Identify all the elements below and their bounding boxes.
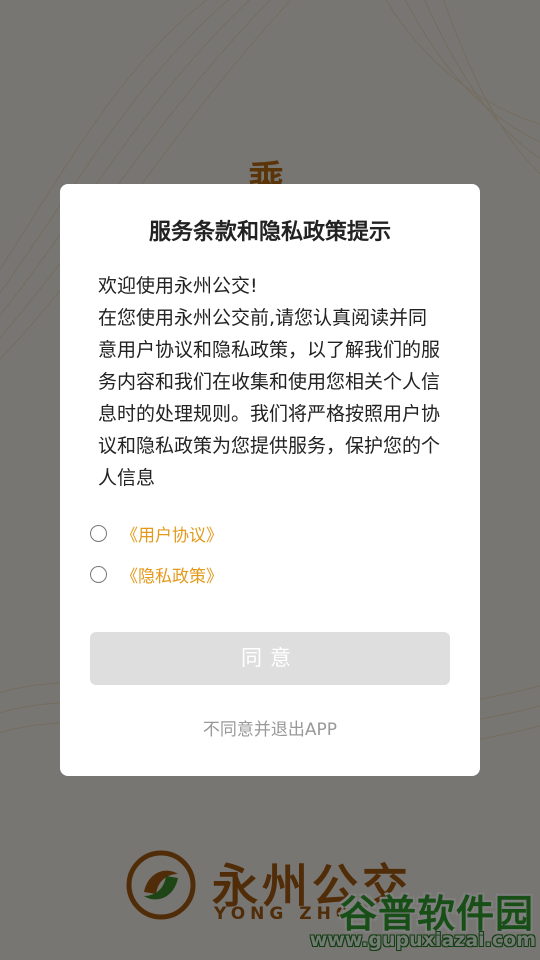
- decline-exit-button[interactable]: 不同意并退出APP: [60, 715, 480, 740]
- privacy-policy-link[interactable]: 《隐私政策》: [121, 562, 223, 587]
- radio-unchecked-icon[interactable]: [90, 565, 107, 583]
- agree-button[interactable]: 同意: [90, 632, 450, 685]
- consent-privacy-policy[interactable]: 《隐私政策》: [90, 561, 390, 587]
- consent-user-agreement[interactable]: 《用户协议》: [90, 520, 390, 546]
- policy-text: 在您使用永州公交前,请您认真阅读并同意用户协议和隐私政策，以了解我们的服务内容和…: [98, 307, 441, 489]
- radio-unchecked-icon[interactable]: [90, 524, 107, 542]
- welcome-text: 欢迎使用永州公交!: [98, 275, 258, 297]
- user-agreement-link[interactable]: 《用户协议》: [121, 521, 223, 546]
- dialog-body: 欢迎使用永州公交! 在您使用永州公交前,请您认真阅读并同意用户协议和隐私政策，以…: [98, 270, 444, 494]
- dialog-title: 服务条款和隐私政策提示: [148, 220, 391, 245]
- privacy-dialog: 服务条款和隐私政策提示 欢迎使用永州公交! 在您使用永州公交前,请您认真阅读并同…: [60, 184, 480, 776]
